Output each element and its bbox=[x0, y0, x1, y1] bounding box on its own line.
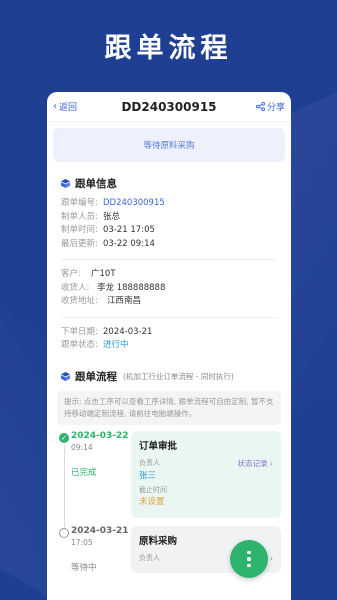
field-label: 收货人: bbox=[61, 282, 90, 293]
step-state: 已完成 bbox=[71, 467, 97, 478]
field-label: 跟单状态: bbox=[61, 340, 98, 350]
hero-title: 跟单流程 bbox=[104, 33, 233, 64]
order-date-value: 2024-03-21 bbox=[103, 326, 153, 337]
field-label: 收货地址: bbox=[61, 296, 98, 306]
step-meta: ✓ 2024-03-22 09:14 已完成 bbox=[57, 430, 131, 531]
owner-row: 负责人 状态记录 › bbox=[139, 458, 273, 469]
field-label: 制单时间: bbox=[61, 225, 98, 235]
back-button[interactable]: ‹ 返回 bbox=[53, 100, 77, 113]
phone-screen: ‹ 返回 DD240300915 分享 等待原料采购 跟单信息 跟单编号: DD2… bbox=[47, 92, 291, 600]
step-date: 2024-03-22 bbox=[71, 430, 129, 441]
timeline-connector bbox=[63, 444, 65, 531]
pending-icon bbox=[59, 527, 69, 538]
divider bbox=[61, 316, 277, 318]
page-title: DD240300915 bbox=[121, 99, 217, 114]
order-date-block: 下单日期: 2024-03-21 跟单状态: 进行中 bbox=[47, 326, 291, 353]
dot-icon bbox=[247, 563, 251, 568]
section-flow: 跟单流程 (机加工行业订单流程 - 同时执行) bbox=[47, 369, 291, 384]
created-time-value: 03-21 17:05 bbox=[103, 225, 155, 235]
dot-icon bbox=[247, 550, 251, 555]
status-banner: 等待原料采购 bbox=[53, 128, 285, 162]
share-button[interactable]: 分享 bbox=[255, 100, 285, 113]
step-card[interactable]: 订单审批 负责人 状态记录 › 张三 截止时间 未设置 bbox=[131, 430, 281, 518]
customer-info-block: 客户: 广10T 收货人: 李龙 188888888 收货地址: 江西南昌 bbox=[47, 268, 291, 309]
section-subtitle: (机加工行业订单流程 - 同时执行) bbox=[123, 371, 234, 381]
chevron-left-icon: ‹ bbox=[53, 101, 57, 112]
receiver-value: 李龙 188888888 bbox=[97, 282, 166, 293]
back-label: 返回 bbox=[59, 103, 78, 113]
deadline-label: 截止时间 bbox=[139, 485, 167, 494]
flow-step[interactable]: ✓ 2024-03-22 09:14 已完成 订单审批 负责人 状态记录 › 张… bbox=[57, 430, 281, 531]
step-time: 09:14 bbox=[71, 442, 93, 452]
share-label: 分享 bbox=[266, 103, 285, 113]
status-value: 进行中 bbox=[103, 340, 129, 350]
owner-label: 负责人 bbox=[139, 553, 160, 562]
field-label: 制单人员: bbox=[61, 211, 98, 222]
nav-bar: ‹ 返回 DD240300915 分享 bbox=[47, 92, 291, 122]
status-log-link[interactable]: 状态记录 › bbox=[238, 458, 273, 469]
step-meta: 2024-03-21 17:05 等待中 bbox=[57, 526, 131, 573]
customer-value: 广10T bbox=[91, 269, 116, 279]
tip-text: 提示: 点击工序可以查看工序详情, 跟单流程可自由定制, 暂不支持移动端定制流程… bbox=[57, 390, 281, 425]
step-date: 2024-03-21 bbox=[71, 525, 129, 536]
field-label: 客户: bbox=[61, 269, 81, 279]
section-title: 跟单信息 bbox=[75, 178, 117, 190]
order-info-block: 跟单编号: DD240300915 制单人员: 张总 制单时间: 03-21 17:0… bbox=[47, 191, 291, 251]
creator-value: 张总 bbox=[103, 211, 121, 222]
owner-label: 负责人 bbox=[139, 458, 160, 467]
dot-icon bbox=[247, 557, 251, 561]
field-label: 最后更新: bbox=[61, 238, 98, 249]
field-label: 跟单编号: bbox=[61, 198, 98, 208]
step-state: 等待中 bbox=[71, 562, 97, 573]
share-icon bbox=[255, 102, 265, 111]
updated-time-value: 03-22 09:14 bbox=[103, 238, 155, 249]
deadline-value: 未设置 bbox=[139, 496, 165, 507]
section-order-info: 跟单信息 bbox=[47, 176, 291, 191]
address-value: 江西南昌 bbox=[107, 296, 142, 306]
divider bbox=[61, 259, 277, 260]
order-number-link[interactable]: DD240300915 bbox=[103, 197, 165, 211]
owner-value: 张三 bbox=[139, 470, 157, 481]
step-time: 17:05 bbox=[71, 537, 93, 547]
cube-icon bbox=[61, 371, 70, 381]
more-actions-button[interactable] bbox=[230, 540, 268, 578]
field-label: 下单日期: bbox=[61, 326, 98, 337]
step-name: 订单审批 bbox=[139, 440, 178, 452]
section-title: 跟单流程 bbox=[75, 370, 117, 383]
cube-icon bbox=[61, 179, 70, 188]
check-icon: ✓ bbox=[59, 432, 69, 443]
